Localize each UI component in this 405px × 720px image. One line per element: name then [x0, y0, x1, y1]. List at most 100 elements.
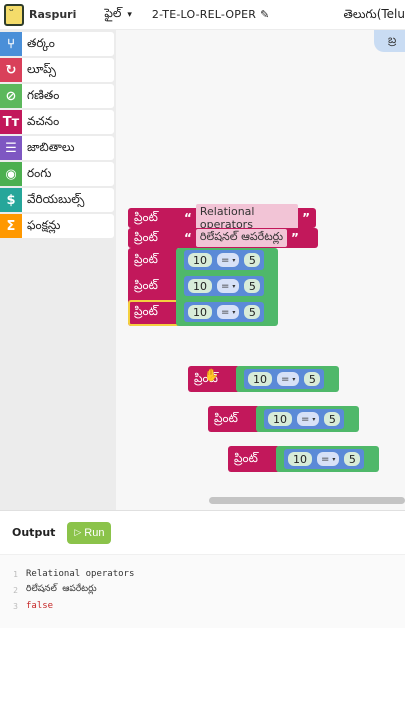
- play-icon: ▷: [74, 527, 82, 537]
- language-selector[interactable]: తెలుగు(Telu: [344, 7, 405, 24]
- operator-dropdown[interactable]: = ▾: [297, 412, 320, 426]
- operator-dropdown[interactable]: = ▾: [277, 372, 300, 386]
- operator-value: =: [321, 453, 330, 465]
- open-quote: “: [184, 211, 192, 225]
- number-left[interactable]: 10: [188, 279, 212, 293]
- close-quote: ”: [291, 231, 299, 245]
- category-label: తర్కం: [27, 35, 55, 50]
- operator-dropdown[interactable]: = ▾: [217, 279, 240, 293]
- number-left[interactable]: 10: [248, 372, 272, 386]
- horizontal-scrollbar[interactable]: [209, 497, 405, 504]
- number-left[interactable]: 10: [268, 412, 292, 426]
- category-lists[interactable]: ☰ జాబితాలు: [0, 136, 114, 160]
- string-value[interactable]: రిలేషనల్ ఆపరేటర్లు: [195, 229, 288, 247]
- app: Raspuri ఫైల్ ▾ 2-TE-LO-REL-OPER ✎ తెలుగు…: [0, 0, 405, 720]
- category-label: వచనం: [27, 113, 60, 128]
- number-right[interactable]: 5: [344, 452, 361, 466]
- output-title: Output: [12, 526, 56, 539]
- palette-icon: ◉: [0, 162, 22, 186]
- category-label: రంగు: [27, 165, 52, 180]
- line-number: 2: [13, 585, 18, 595]
- print-label: ప్రింట్: [134, 252, 158, 266]
- operator-dropdown[interactable]: = ▾: [217, 305, 240, 319]
- operator-dropdown[interactable]: = ▾: [317, 452, 340, 466]
- string-block[interactable]: “ రిలేషనల్ ఆపరేటర్లు ”: [180, 229, 316, 247]
- chevron-down-icon: ▾: [292, 375, 296, 383]
- console-line: 2 రిలేషనల్ ఆపరేటర్లు: [0, 582, 97, 598]
- raspuri-logo-icon[interactable]: [4, 3, 24, 26]
- close-quote: ”: [302, 211, 310, 225]
- list-icon: ☰: [0, 136, 22, 160]
- operator-value: =: [221, 254, 230, 266]
- chevron-down-icon: ▾: [127, 9, 132, 20]
- dollar-icon: $: [0, 188, 22, 212]
- category-colour[interactable]: ◉ రంగు: [0, 162, 114, 186]
- compare-block[interactable]: 10 = ▾ 5: [184, 302, 265, 322]
- project-title[interactable]: 2-TE-LO-REL-OPER ✎: [152, 8, 270, 21]
- flyout-tab[interactable]: బ్ర: [374, 30, 405, 52]
- print-block[interactable]: ప్రింట్: [228, 446, 280, 472]
- line-text: రిలేషనల్ ఆపరేటర్లు: [26, 584, 97, 594]
- category-label: వేరియబుల్స్: [27, 191, 85, 206]
- compare-block[interactable]: 10 = ▾ 5: [184, 276, 265, 296]
- number-right[interactable]: 5: [244, 279, 261, 293]
- category-label: జాబితాలు: [27, 139, 75, 154]
- print-label: ప్రింట్: [234, 450, 258, 465]
- operator-dropdown[interactable]: = ▾: [217, 253, 240, 267]
- number-left[interactable]: 10: [188, 305, 212, 319]
- number-left[interactable]: 10: [188, 253, 212, 267]
- operator-value: =: [281, 373, 290, 385]
- file-menu-label: ఫైల్: [104, 6, 122, 20]
- compare-block[interactable]: 10 = ▾ 5: [244, 369, 325, 389]
- category-text[interactable]: Tт వచనం: [0, 110, 114, 134]
- chevron-down-icon: ▾: [232, 308, 236, 316]
- category-functions[interactable]: Σ ఫంక్షన్లు: [0, 214, 114, 238]
- text-icon: Tт: [0, 110, 22, 134]
- line-text: false: [26, 601, 54, 611]
- print-label: ప్రింట్: [214, 410, 238, 425]
- toolbox: ⑂ తర్కం ↻ లూప్స్ ⊘ గణితం Tт వచనం ☰ జాబిత…: [0, 30, 116, 510]
- top-bar: Raspuri ఫైల్ ▾ 2-TE-LO-REL-OPER ✎ తెలుగు…: [0, 0, 405, 30]
- category-label: లూప్స్: [27, 61, 57, 76]
- chevron-down-icon: ▾: [232, 282, 236, 290]
- math-icon: ⊘: [0, 84, 22, 108]
- category-logic[interactable]: ⑂ తర్కం: [0, 32, 114, 56]
- print-block[interactable]: ప్రింట్: [208, 406, 260, 432]
- number-right[interactable]: 5: [324, 412, 341, 426]
- category-math[interactable]: ⊘ గణితం: [0, 84, 114, 108]
- category-variables[interactable]: $ వేరియబుల్స్: [0, 188, 114, 212]
- hand-cursor-icon: ✋: [204, 368, 219, 382]
- operator-value: =: [221, 280, 230, 292]
- brand-name: Raspuri: [29, 8, 77, 21]
- run-button[interactable]: ▷ Run: [67, 521, 112, 544]
- compare-block[interactable]: 10 = ▾ 5: [284, 449, 365, 469]
- chevron-down-icon: ▾: [232, 256, 236, 264]
- operator-value: =: [221, 306, 230, 318]
- print-label: ప్రింట్: [134, 304, 158, 318]
- loop-icon: ↻: [0, 58, 22, 82]
- print-label: ప్రింట్: [134, 278, 158, 292]
- logic-icon: ⑂: [0, 32, 22, 56]
- line-text: Relational operators: [26, 569, 135, 579]
- project-name: 2-TE-LO-REL-OPER: [151, 8, 257, 21]
- line-number: 3: [13, 601, 18, 611]
- output-header: Output ▷ Run: [0, 510, 405, 554]
- number-right[interactable]: 5: [244, 305, 261, 319]
- file-menu[interactable]: ఫైల్ ▾: [104, 6, 132, 23]
- string-block[interactable]: “ Relational operators ”: [180, 204, 314, 232]
- open-quote: “: [184, 231, 192, 245]
- number-left[interactable]: 10: [288, 452, 312, 466]
- number-right[interactable]: 5: [304, 372, 321, 386]
- compare-block[interactable]: 10 = ▾ 5: [264, 409, 345, 429]
- compare-block[interactable]: 10 = ▾ 5: [184, 250, 265, 270]
- output-console: 1 Relational operators 2 రిలేషనల్ ఆపరేటర…: [0, 554, 405, 628]
- number-right[interactable]: 5: [244, 253, 261, 267]
- operator-value: =: [301, 413, 310, 425]
- category-loops[interactable]: ↻ లూప్స్: [0, 58, 114, 82]
- empty-area: [0, 628, 405, 720]
- run-label: Run: [84, 526, 105, 539]
- blocks-workspace[interactable]: ⑂ తర్కం ↻ లూప్స్ ⊘ గణితం Tт వచనం ☰ జాబిత…: [0, 30, 405, 510]
- console-line: 3 false: [0, 598, 53, 614]
- category-label: ఫంక్షన్లు: [27, 217, 61, 232]
- pencil-icon[interactable]: ✎: [260, 8, 269, 21]
